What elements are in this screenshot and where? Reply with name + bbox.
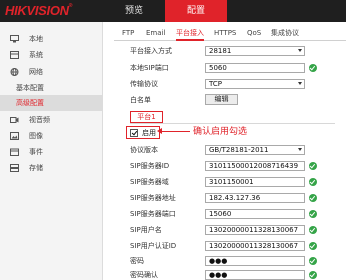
platform-1-tab[interactable]: 平台1 bbox=[130, 111, 163, 123]
check-ok-icon bbox=[309, 257, 317, 265]
sidebar-item-label: 存储 bbox=[29, 164, 43, 172]
password-confirm-input[interactable]: ●●● bbox=[205, 270, 305, 280]
sip-user-label: SIP用户名 bbox=[130, 226, 162, 234]
globe-icon bbox=[10, 68, 19, 76]
sip-server-id-value: 31011500012008716439 bbox=[209, 162, 299, 170]
chevron-down-icon bbox=[298, 49, 302, 52]
storage-icon bbox=[10, 164, 19, 172]
check-ok-icon bbox=[309, 226, 317, 234]
access-mode-select[interactable]: 28181 bbox=[205, 46, 305, 56]
check-ok-icon bbox=[309, 242, 317, 250]
sidebar-item-label: 本地 bbox=[29, 35, 43, 43]
whitelist-label: 白名单 bbox=[130, 96, 151, 104]
transport-label: 传输协议 bbox=[130, 80, 158, 88]
logo-text: HIKVISION bbox=[5, 3, 69, 18]
sip-server-domain-input[interactable]: 3101150001 bbox=[205, 177, 305, 187]
sip-user-auth-input[interactable]: 13020000011328130067 bbox=[205, 241, 305, 251]
chevron-down-icon bbox=[298, 148, 302, 151]
check-ok-icon bbox=[309, 178, 317, 186]
check-ok-icon bbox=[309, 64, 317, 72]
whitelist-edit-button[interactable]: 编辑 bbox=[205, 94, 238, 105]
local-sip-port-input[interactable]: 5060 bbox=[205, 63, 305, 73]
protocol-version-value: GB/T28181-2011 bbox=[209, 146, 269, 154]
password-label: 密码 bbox=[130, 257, 144, 265]
access-mode-label: 平台接入方式 bbox=[130, 47, 172, 55]
sip-server-id-label: SIP服务器ID bbox=[130, 162, 170, 170]
monitor-icon bbox=[10, 35, 19, 43]
enable-highlight: 启用 bbox=[126, 126, 160, 139]
sidebar-item-label: 基本配置 bbox=[16, 84, 44, 92]
sidebar-item-label: 网络 bbox=[29, 68, 43, 76]
protocol-version-select[interactable]: GB/T28181-2011 bbox=[205, 145, 305, 155]
sidebar-item-image[interactable]: 图像 bbox=[0, 128, 103, 144]
sip-server-port-label: SIP服务器端口 bbox=[130, 210, 176, 218]
password-value: ●●● bbox=[209, 257, 228, 265]
check-ok-icon bbox=[309, 162, 317, 170]
sip-user-value: 13020000011328130067 bbox=[209, 226, 299, 234]
image-icon bbox=[10, 132, 19, 140]
sidebar-item-system[interactable]: 系统 bbox=[0, 47, 103, 63]
sidebar-item-local[interactable]: 本地 bbox=[0, 31, 103, 47]
check-ok-icon bbox=[309, 210, 317, 218]
calendar-icon bbox=[10, 148, 19, 156]
sidebar-item-label: 事件 bbox=[29, 148, 43, 156]
enable-checkbox[interactable] bbox=[130, 129, 138, 137]
callout-annotation: 确认启用勾选 bbox=[193, 127, 248, 137]
brand-logo: HIKVISION® bbox=[5, 3, 72, 18]
tab-platform-access[interactable]: 平台接入 bbox=[176, 27, 204, 41]
chevron-down-icon bbox=[298, 82, 302, 85]
sidebar-item-video-audio[interactable]: 视音频 bbox=[0, 112, 103, 128]
protocol-version-label: 协议版本 bbox=[130, 146, 158, 154]
sip-server-id-input[interactable]: 31011500012008716439 bbox=[205, 161, 305, 171]
tab-integration-protocol[interactable]: 集成协议 bbox=[271, 27, 299, 41]
password-input[interactable]: ●●● bbox=[205, 256, 305, 266]
sidebar-item-network[interactable]: 网络 bbox=[0, 64, 103, 80]
local-sip-port-label: 本地SIP端口 bbox=[130, 64, 169, 72]
check-ok-icon bbox=[309, 271, 317, 279]
sip-server-port-input[interactable]: 15060 bbox=[205, 209, 305, 219]
nav-tab-config[interactable]: 配置 bbox=[165, 0, 227, 22]
system-icon bbox=[10, 51, 19, 59]
sip-server-domain-label: SIP服务器域 bbox=[130, 178, 169, 186]
reg-mark: ® bbox=[68, 3, 73, 9]
sip-server-addr-value: 182.43.127.36 bbox=[209, 194, 261, 202]
transport-select[interactable]: TCP bbox=[205, 79, 305, 89]
sidebar-item-label: 高级配置 bbox=[16, 99, 44, 107]
callout-arrow-line bbox=[160, 131, 190, 132]
sip-server-port-value: 15060 bbox=[209, 210, 232, 218]
tab-https[interactable]: HTTPS bbox=[214, 27, 236, 41]
top-bar: HIKVISION® 预览 配置 bbox=[0, 0, 346, 22]
local-sip-port-value: 5060 bbox=[209, 64, 227, 72]
video-icon bbox=[10, 117, 19, 123]
sip-user-auth-label: SIP用户认证ID bbox=[130, 242, 177, 250]
tab-qos[interactable]: QoS bbox=[247, 27, 261, 41]
sip-server-addr-input[interactable]: 182.43.127.36 bbox=[205, 193, 305, 203]
sip-server-domain-value: 3101150001 bbox=[209, 178, 254, 186]
access-mode-value: 28181 bbox=[209, 47, 232, 55]
sidebar-item-basic-config[interactable]: 基本配置 bbox=[0, 80, 103, 96]
sidebar: 本地 系统 网络 基本配置 高级配置 视音频 图像 事件 存储 bbox=[0, 22, 103, 280]
sip-server-addr-label: SIP服务器地址 bbox=[130, 194, 176, 202]
nav-tab-preview[interactable]: 预览 bbox=[103, 0, 165, 22]
sidebar-item-advanced-config[interactable]: 高级配置 bbox=[0, 95, 103, 111]
password-confirm-value: ●●● bbox=[209, 271, 228, 279]
config-tabs: FTP Email 平台接入 HTTPS QoS 集成协议 bbox=[114, 27, 346, 41]
sidebar-item-label: 系统 bbox=[29, 51, 43, 59]
sip-user-auth-value: 13020000011328130067 bbox=[209, 242, 299, 250]
sidebar-item-label: 图像 bbox=[29, 132, 43, 140]
sidebar-item-label: 视音频 bbox=[29, 116, 50, 124]
enable-label: 启用 bbox=[142, 129, 156, 137]
tab-ftp[interactable]: FTP bbox=[122, 27, 134, 41]
transport-value: TCP bbox=[209, 80, 222, 88]
password-confirm-label: 密码确认 bbox=[130, 271, 158, 279]
check-ok-icon bbox=[309, 194, 317, 202]
arrow-left-icon bbox=[157, 128, 162, 134]
tab-email[interactable]: Email bbox=[146, 27, 165, 41]
sidebar-item-storage[interactable]: 存储 bbox=[0, 160, 103, 176]
sidebar-item-event[interactable]: 事件 bbox=[0, 144, 103, 160]
sip-user-input[interactable]: 13020000011328130067 bbox=[205, 225, 305, 235]
